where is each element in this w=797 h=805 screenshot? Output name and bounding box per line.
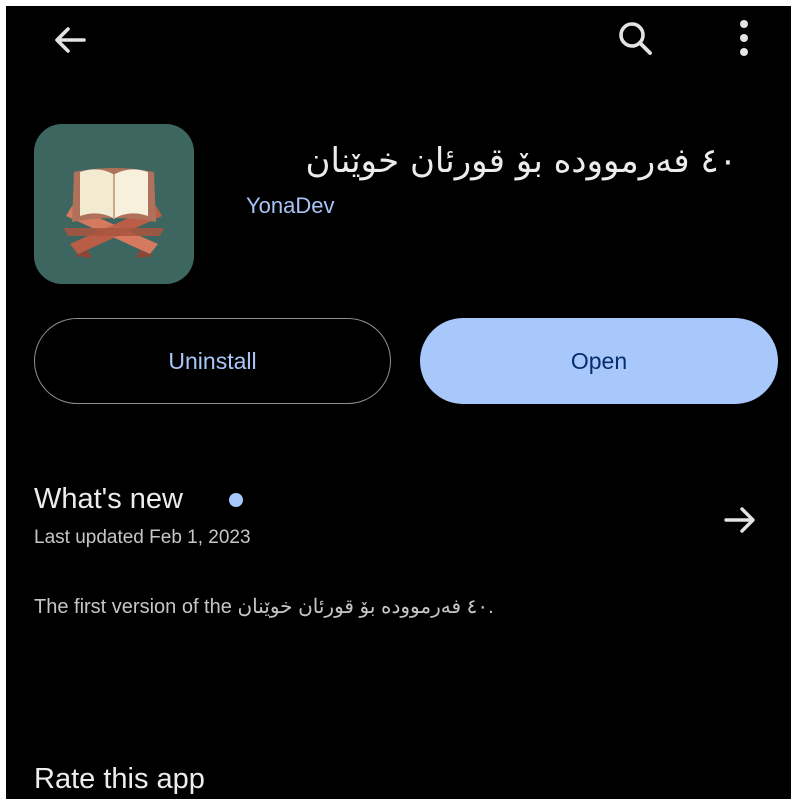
app-title: ٤٠ فەرمووده بۆ قورئان خوێنان <box>305 141 738 181</box>
last-updated-text: Last updated Feb 1, 2023 <box>34 527 251 548</box>
whats-new-arrow-button[interactable] <box>718 498 762 542</box>
app-icon <box>34 124 194 284</box>
whats-new-title: What's new <box>34 483 183 515</box>
more-vertical-icon <box>740 20 748 56</box>
uninstall-button-label: Uninstall <box>168 347 257 374</box>
developer-link[interactable]: YonaDev <box>246 191 334 221</box>
release-notes-suffix: . <box>488 596 494 618</box>
new-indicator-dot <box>229 493 243 507</box>
back-button[interactable] <box>48 18 92 62</box>
search-icon <box>619 22 652 55</box>
app-details-screen: ٤٠ فەرمووده بۆ قورئان خوێنان YonaDev Uni… <box>6 6 791 799</box>
arrow-right-icon <box>724 507 755 533</box>
open-button-label: Open <box>570 347 628 374</box>
whats-new-section[interactable]: What's new Last updated Feb 1, 2023 <box>6 476 791 566</box>
release-notes-prefix: The first version of the <box>34 596 232 618</box>
open-button[interactable]: Open <box>420 318 778 404</box>
uninstall-button[interactable]: Uninstall <box>34 318 391 404</box>
release-notes-text: The first version of the ٤٠ فەرمووده بۆ … <box>34 592 774 622</box>
search-button[interactable] <box>614 16 658 60</box>
arrow-left-icon <box>55 27 86 53</box>
release-notes-app-name: ٤٠ فەرمووده بۆ قورئان خوێنان <box>237 596 489 618</box>
rate-this-app-heading: Rate this app <box>34 763 205 795</box>
more-options-button[interactable] <box>724 14 764 62</box>
quran-on-stand-icon <box>64 168 164 258</box>
